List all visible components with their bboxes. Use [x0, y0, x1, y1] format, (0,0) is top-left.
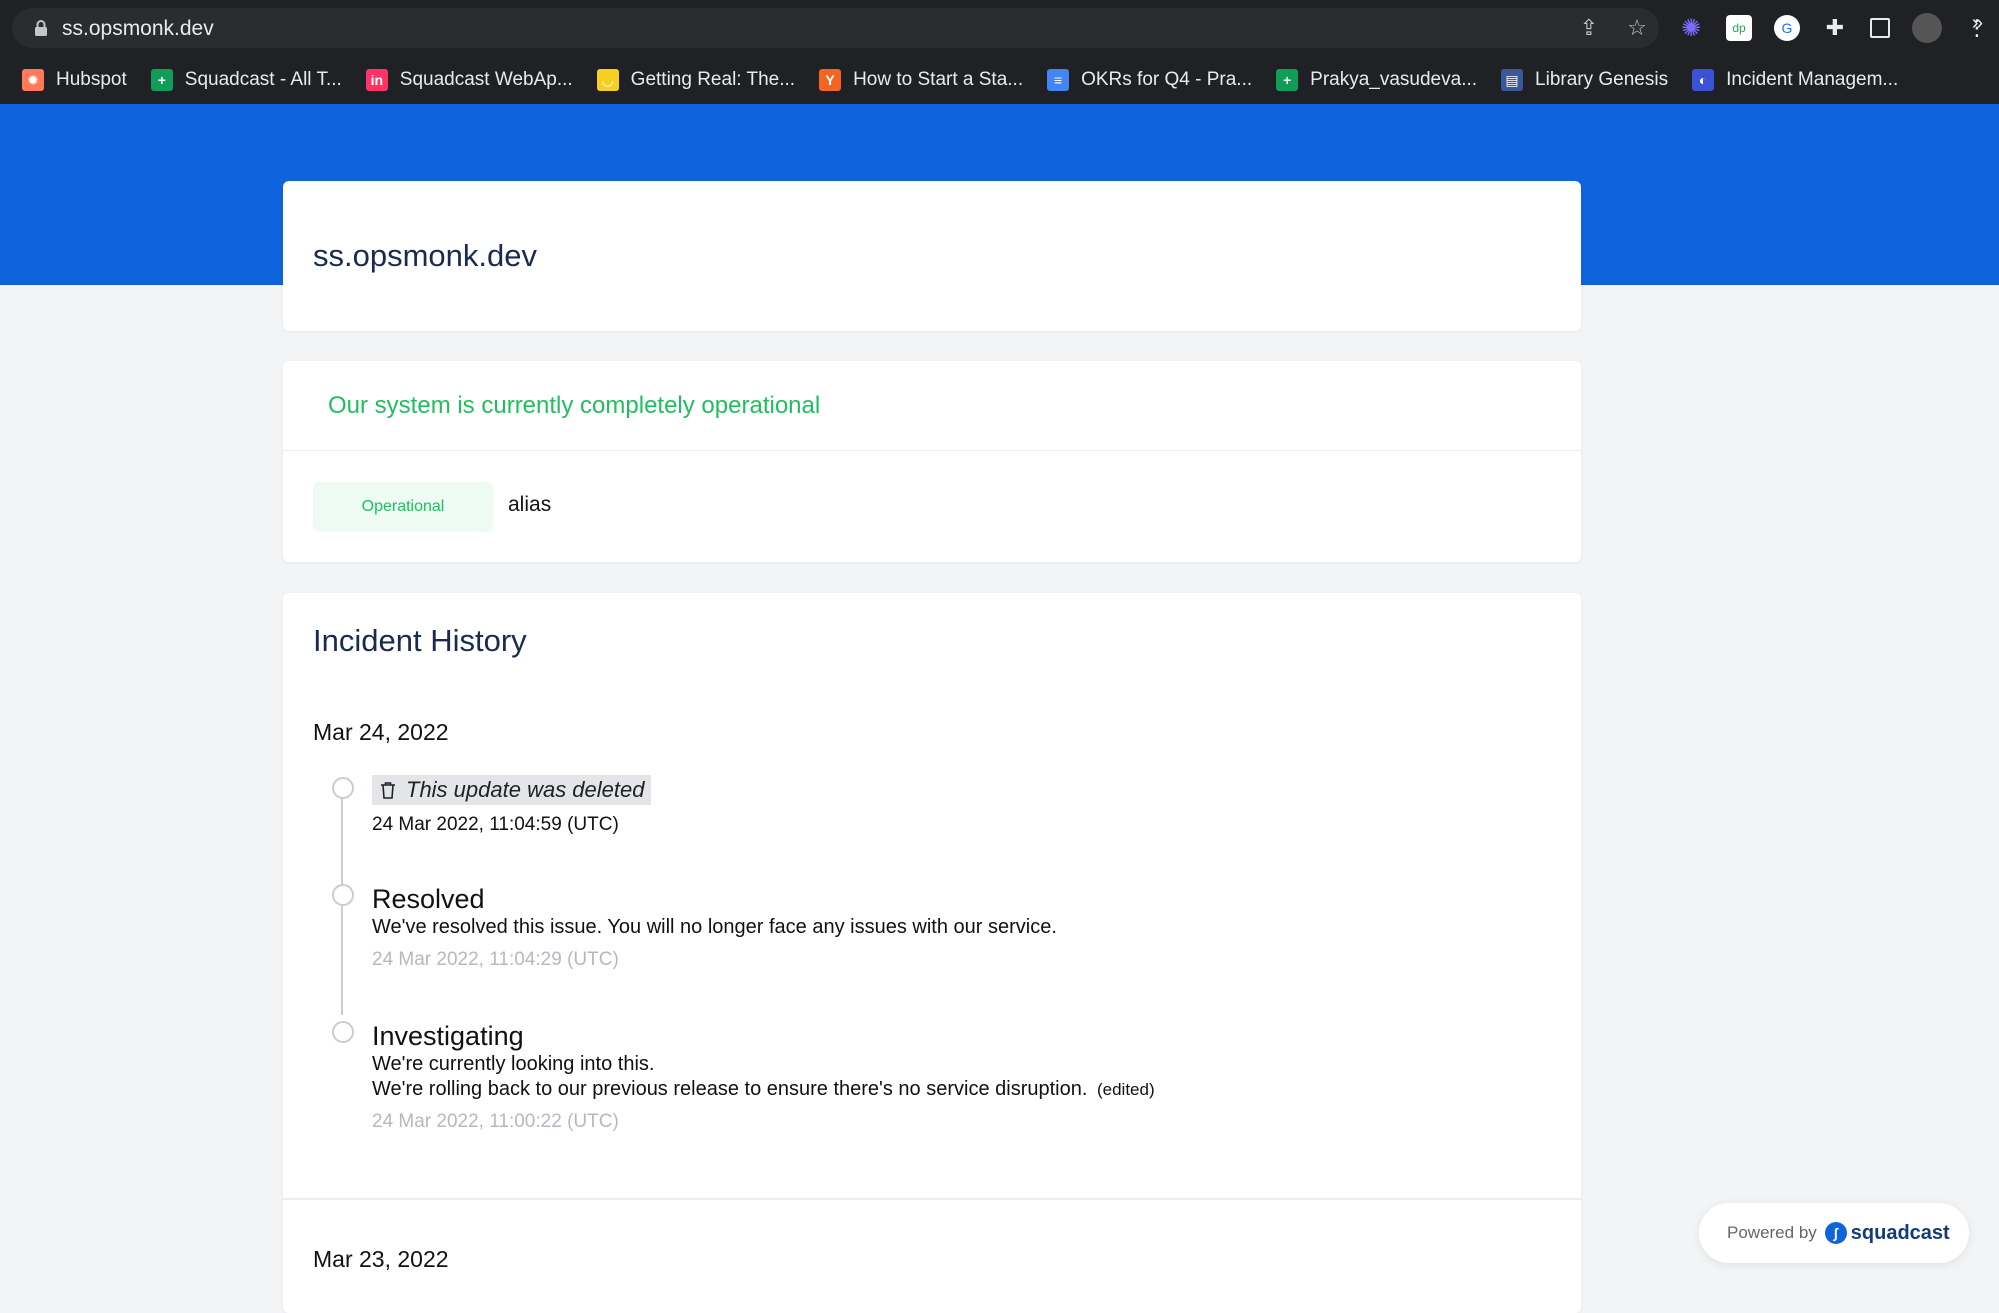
overall-status-message: Our system is currently completely opera… — [328, 392, 821, 419]
bookmark-item[interactable]: ✹ Hubspot — [22, 69, 127, 91]
bookmark-star-icon[interactable]: ☆ — [1625, 16, 1649, 40]
hubspot-icon: ✹ — [22, 69, 44, 91]
header-card: ss.opsmonk.dev — [283, 181, 1581, 331]
avatar[interactable] — [1912, 13, 1942, 43]
bookmark-item[interactable]: ◡ Getting Real: The... — [596, 69, 796, 91]
deleted-update-label: This update was deleted — [372, 775, 651, 805]
history-date: Mar 23, 2022 — [313, 1246, 449, 1272]
timeline-dot — [332, 777, 354, 799]
trash-icon — [381, 782, 395, 799]
edited-tag: (edited) — [1096, 1080, 1155, 1099]
bookmark-label: Squadcast - All T... — [184, 69, 342, 90]
library-icon: ▤ — [1501, 69, 1524, 91]
divider — [283, 1198, 1581, 1200]
bookmark-item[interactable]: ◐ Incident Managem... — [1692, 69, 1898, 91]
bookmark-item[interactable]: + Prakya_vasudeva... — [1276, 69, 1477, 91]
update-message: We've resolved this issue. You will no l… — [372, 916, 1057, 938]
update-timestamp: 24 Mar 2022, 11:04:29 (UTC) — [372, 949, 619, 970]
component-name: alias — [508, 493, 552, 516]
bookmark-item[interactable]: in Squadcast WebAp... — [365, 69, 573, 91]
status-card: Our system is currently completely opera… — [283, 361, 1581, 562]
bookmarks-overflow-button[interactable]: » — [1972, 12, 1983, 35]
powered-by-badge[interactable]: Powered by ∫ squadcast — [1699, 1203, 1969, 1263]
update-timestamp: 24 Mar 2022, 11:00:22 (UTC) — [372, 1111, 619, 1132]
globe-icon: ◐ — [1692, 69, 1715, 91]
update-status: Resolved — [372, 884, 485, 914]
sheets-icon: + — [1276, 69, 1299, 91]
deleted-update-text: This update was deleted — [406, 777, 645, 802]
extension-dp-icon[interactable]: dp — [1726, 15, 1752, 41]
update-message: We're currently looking into this. — [372, 1053, 655, 1075]
timeline-dot — [332, 1021, 354, 1043]
page-title: ss.opsmonk.dev — [313, 238, 537, 273]
share-icon[interactable]: ⇪ — [1577, 16, 1601, 40]
incident-history-card: Incident History Mar 24, 2022 This updat… — [283, 593, 1581, 1313]
section-title: Incident History — [313, 623, 527, 658]
bookmark-item[interactable]: ▤ Library Genesis — [1501, 69, 1668, 91]
sheets-icon: + — [150, 69, 173, 91]
bookmark-label: Prakya_vasudeva... — [1310, 69, 1478, 90]
ycombinator-icon: Y — [819, 69, 842, 91]
squadcast-logo-icon: ∫ — [1824, 1222, 1847, 1244]
bookmark-item[interactable]: + Squadcast - All T... — [150, 69, 342, 91]
status-badge: Operational — [313, 482, 493, 532]
bookmark-label: Library Genesis — [1535, 69, 1669, 90]
bookmark-label: Getting Real: The... — [630, 69, 796, 90]
divider — [283, 450, 1581, 451]
bookmark-label: How to Start a Sta... — [853, 69, 1024, 90]
bookmark-label: Incident Managem... — [1726, 69, 1899, 90]
update-timestamp: 24 Mar 2022, 11:04:59 (UTC) — [372, 814, 619, 835]
bookmark-label: OKRs for Q4 - Pra... — [1081, 69, 1253, 90]
update-status: Investigating — [372, 1021, 524, 1051]
bookmark-item[interactable]: Y How to Start a Sta... — [819, 69, 1023, 91]
update-message: We're rolling back to our previous relea… — [372, 1078, 1155, 1101]
bookmark-label: Hubspot — [56, 69, 127, 90]
brand-name: squadcast — [1850, 1221, 1950, 1244]
url-text: ss.opsmonk.dev — [62, 17, 214, 40]
address-bar[interactable]: ss.opsmonk.dev ⇪ ☆ — [12, 8, 1659, 48]
powered-by-text: Powered by — [1727, 1223, 1817, 1242]
timeline-dot — [332, 884, 354, 906]
side-panel-icon[interactable] — [1870, 18, 1890, 38]
extensions-puzzle-icon[interactable]: ✚ — [1822, 15, 1848, 41]
update-message-line: We're rolling back to our previous relea… — [372, 1078, 1088, 1100]
extension-grammar-icon[interactable]: G — [1774, 15, 1800, 41]
bookmark-item[interactable]: ≡ OKRs for Q4 - Pra... — [1047, 69, 1252, 91]
basecamp-icon: ◡ — [596, 69, 619, 91]
extension-asterisk-icon[interactable]: ✺ — [1678, 15, 1704, 42]
bookmarks-bar: ✹ Hubspot + Squadcast - All T... in Squadcast… — [0, 56, 1999, 104]
lock-icon — [35, 20, 47, 36]
history-date: Mar 24, 2022 — [313, 719, 449, 745]
browser-chrome: ss.opsmonk.dev ⇪ ☆ ✺ dp G ✚ ⋮ ✹ Hubspot + S… — [0, 0, 1999, 104]
invision-icon: in — [365, 69, 388, 91]
bookmark-label: Squadcast WebAp... — [399, 69, 573, 90]
docs-icon: ≡ — [1047, 69, 1070, 91]
